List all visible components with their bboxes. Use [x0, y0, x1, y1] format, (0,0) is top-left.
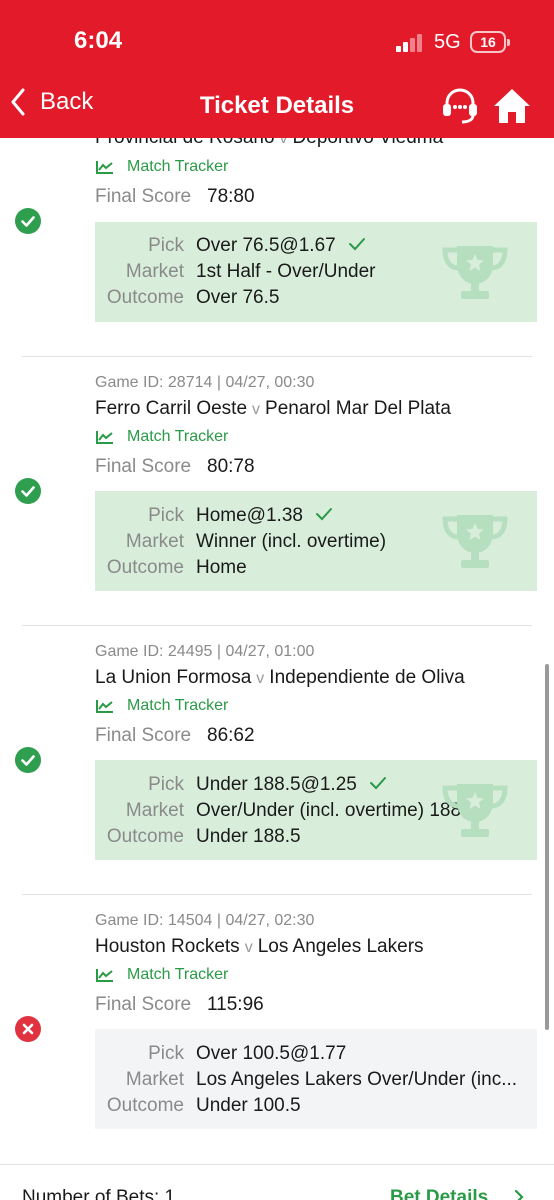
match-tracker-label: Match Tracker [127, 697, 229, 714]
versus-label: v [256, 670, 265, 687]
divider [22, 894, 532, 895]
match-tracker-label: Match Tracker [127, 966, 229, 983]
match-tracker-label: Match Tracker [127, 428, 229, 445]
match-teams: Houston Rockets v Los Angeles Lakers [95, 936, 424, 958]
home-icon[interactable] [492, 86, 532, 126]
pick-label: Pick [148, 505, 184, 526]
check-icon [370, 777, 387, 790]
outcome-value: Over 76.5 [196, 287, 280, 308]
won-check-icon [15, 747, 41, 773]
away-team: Penarol Mar Del Plata [265, 398, 451, 419]
bet-list: Provincial de RosariovDeportivo Viedma M… [0, 0, 554, 1200]
market-value: Los Angeles Lakers Over/Under (inc... [196, 1069, 518, 1090]
lost-x-icon [15, 1016, 41, 1042]
outcome-label: Outcome [106, 557, 184, 578]
won-check-icon [15, 208, 41, 234]
market-value: Winner (incl. overtime) [196, 531, 387, 552]
signal-icon [396, 34, 426, 52]
chevron-left-icon [11, 88, 25, 116]
pick-label: Pick [148, 774, 184, 795]
chart-trend-icon [96, 969, 113, 982]
market-label: Market [125, 800, 184, 821]
outcome-label: Outcome [106, 287, 184, 308]
divider [22, 625, 532, 626]
battery-icon: 16 [470, 31, 510, 53]
away-team: Los Angeles Lakers [257, 936, 424, 957]
status-time: 6:04 [74, 27, 123, 54]
won-check-icon [15, 478, 41, 504]
final-score-label: Final Score [95, 725, 192, 746]
final-score-value: 78:80 [207, 186, 255, 207]
market-label: Market [125, 261, 184, 282]
pick-details-box: Pick Home@1.38 Market Winner (incl. over… [95, 491, 537, 591]
home-team: La Union Formosa [95, 667, 252, 688]
pick-value: Under 188.5@1.25 [196, 774, 388, 796]
market-label: Market [125, 1069, 184, 1090]
headset-support-icon[interactable] [440, 86, 480, 126]
market-value: 1st Half - Over/Under [196, 261, 376, 282]
pick-value: Home@1.38 [196, 505, 334, 527]
chevron-right-icon[interactable] [512, 1190, 526, 1200]
match-teams: La Union Formosa v Independiente de Oliva [95, 667, 465, 689]
final-score-value: 115:96 [207, 994, 264, 1015]
versus-label: v [244, 939, 253, 956]
match-tracker-label: Match Tracker [127, 158, 229, 175]
home-team: Ferro Carril Oeste [95, 398, 248, 419]
away-team: Independiente de Oliva [269, 667, 465, 688]
network-type: 5G [434, 31, 461, 53]
versus-label: v [252, 401, 261, 418]
market-label: Market [125, 531, 184, 552]
pick-value: Over 100.5@1.77 [196, 1043, 347, 1064]
check-icon [348, 238, 365, 251]
chart-trend-icon [96, 431, 113, 444]
outcome-label: Outcome [106, 826, 184, 847]
game-id: Game ID: 24495 | 04/27, 01:00 [95, 643, 315, 660]
pick-details-box: Pick Over 100.5@1.77 Market Los Angeles … [95, 1029, 537, 1129]
outcome-label: Outcome [106, 1095, 184, 1116]
chart-trend-icon [96, 161, 113, 174]
trophy-icon [442, 515, 508, 568]
scrollbar[interactable] [545, 664, 549, 1030]
match-teams: Ferro Carril Oeste v Penarol Mar Del Plata [95, 398, 451, 420]
pick-label: Pick [148, 235, 184, 256]
battery-level: 16 [480, 34, 496, 50]
final-score-value: 86:62 [207, 725, 255, 746]
outcome-value: Under 100.5 [196, 1095, 301, 1116]
pick-details-box: Pick Under 188.5@1.25 Market Over/Under … [95, 760, 537, 860]
number-of-bets: Number of Bets: 1 [22, 1187, 176, 1200]
market-value: Over/Under (incl. overtime) 188.5 [196, 800, 477, 821]
bet-details-link[interactable]: Bet Details [390, 1187, 488, 1200]
match-tracker-link[interactable]: Match Tracker [95, 966, 228, 984]
final-score-label: Final Score [95, 994, 192, 1015]
match-tracker-link[interactable]: Match Tracker [95, 697, 228, 715]
home-team: Houston Rockets [95, 936, 240, 957]
chart-trend-icon [96, 700, 113, 713]
pick-label: Pick [148, 1043, 184, 1064]
final-score-label: Final Score [95, 456, 192, 477]
game-id: Game ID: 28714 | 04/27, 00:30 [95, 374, 315, 391]
final-score-value: 80:78 [207, 456, 255, 477]
outcome-value: Under 188.5 [196, 826, 301, 847]
trophy-icon [442, 246, 508, 299]
back-button[interactable]: Back [10, 88, 93, 116]
trophy-icon [442, 784, 508, 837]
pick-details-box: Pick Over 76.5@1.67 Market 1st Half - Ov… [95, 222, 537, 322]
back-label: Back [40, 88, 94, 115]
top-bar: 6:04 5G 16 Back Ticket Details [0, 0, 554, 138]
match-tracker-link[interactable]: Match Tracker [95, 428, 228, 446]
pick-value: Over 76.5@1.67 [196, 235, 367, 257]
game-id: Game ID: 14504 | 04/27, 02:30 [95, 912, 315, 929]
footer-divider [0, 1164, 554, 1165]
check-icon [316, 508, 333, 521]
outcome-value: Home [196, 557, 247, 578]
match-tracker-link[interactable]: Match Tracker [95, 158, 228, 176]
final-score-label: Final Score [95, 186, 192, 207]
divider [22, 356, 532, 357]
